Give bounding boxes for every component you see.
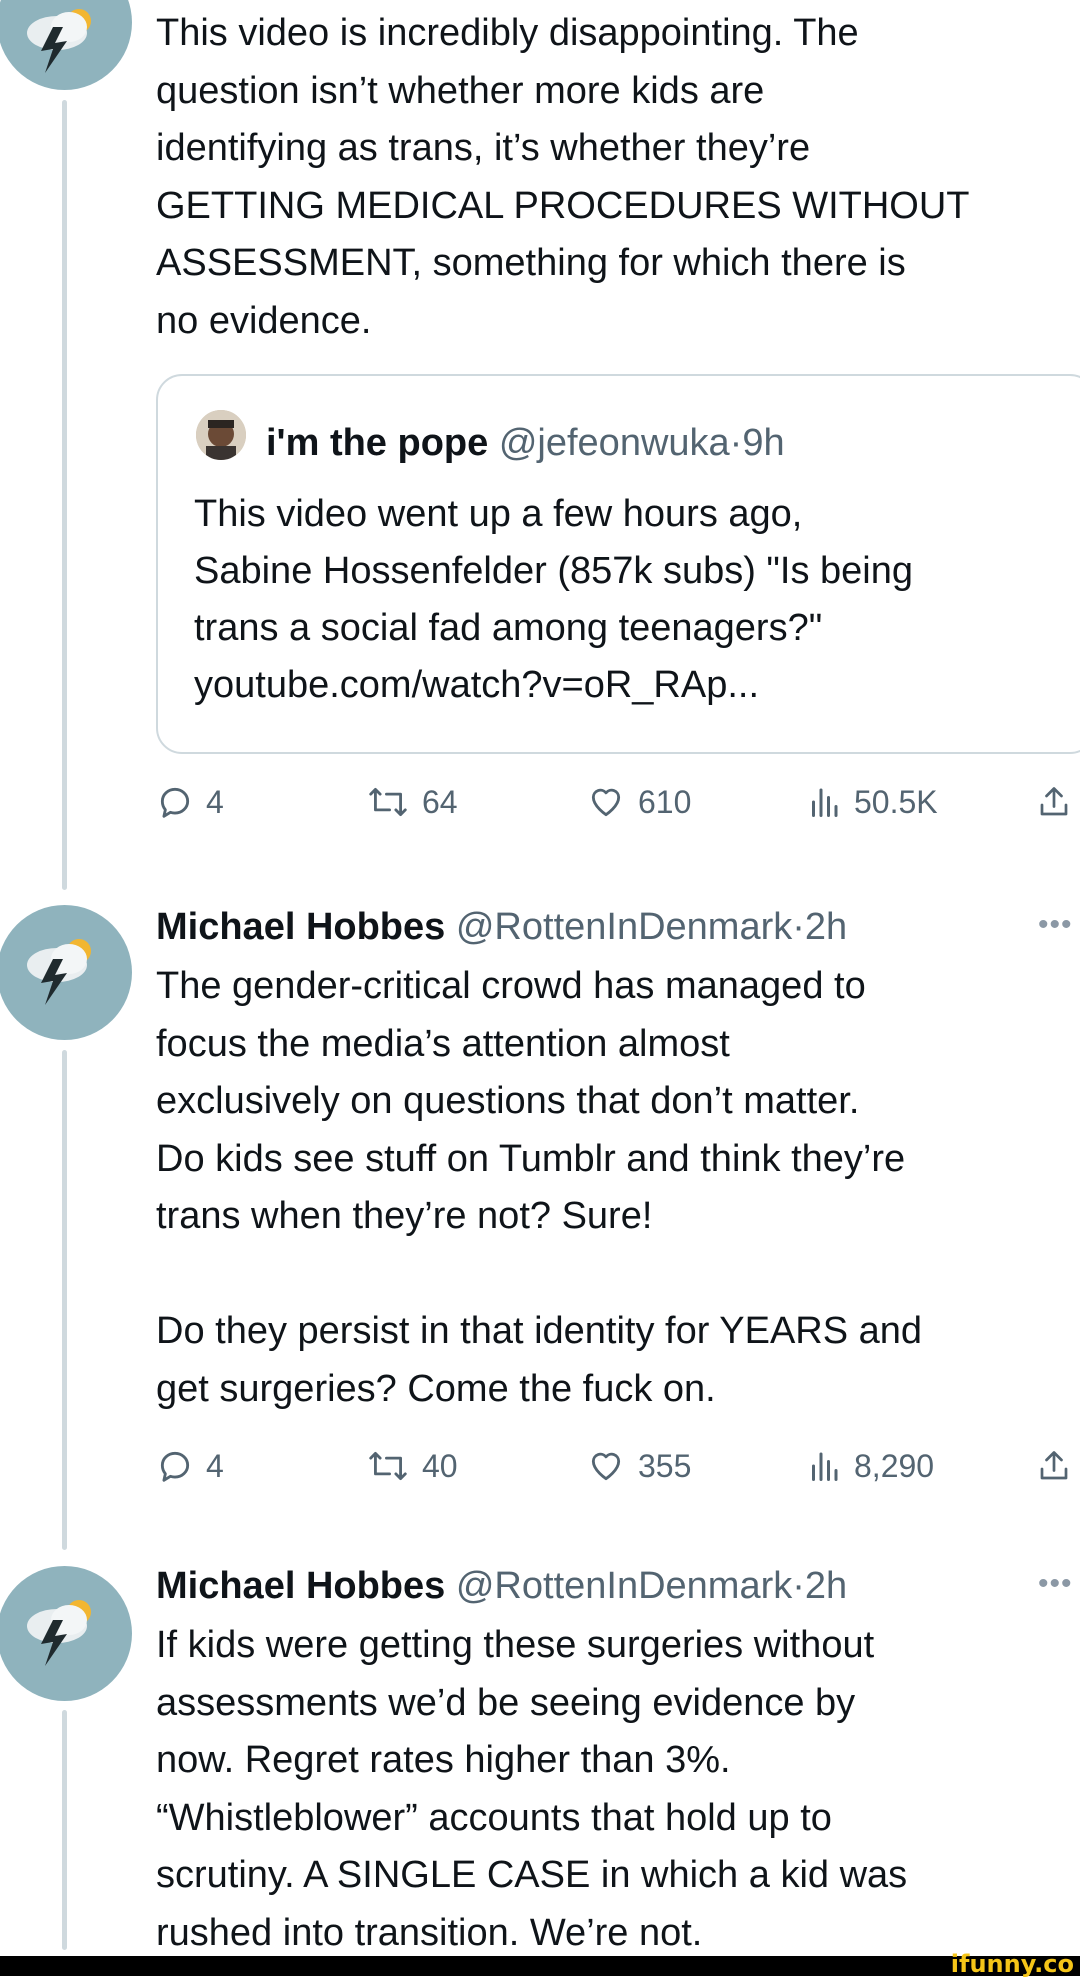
- reply-icon: [160, 787, 190, 818]
- heart-icon: [591, 788, 621, 817]
- author-handle[interactable]: @RottenInDenmark: [456, 906, 792, 948]
- thread-line-1: [62, 100, 67, 890]
- author-name[interactable]: Michael Hobbes: [156, 1565, 445, 1607]
- thread-line-2: [62, 1050, 67, 1550]
- quote-text: This video went up a few hours ago, Sabi…: [194, 493, 914, 706]
- views-count: 50.5K: [854, 783, 938, 820]
- retweet-button[interactable]: 64: [366, 772, 458, 832]
- more-options-button[interactable]: •••: [1038, 1567, 1073, 1601]
- tweet-header: Michael Hobbes @RottenInDenmark·2h: [156, 904, 847, 950]
- views-icon: [812, 1452, 838, 1481]
- share-button[interactable]: [1036, 772, 1072, 832]
- like-count: 610: [638, 783, 692, 820]
- timestamp[interactable]: 9h: [742, 422, 784, 464]
- storm-cloud-lightning-icon: [27, 9, 91, 73]
- reply-button[interactable]: 4: [156, 772, 224, 832]
- reply-count: 4: [206, 783, 224, 820]
- portrait-icon: [196, 410, 246, 460]
- timestamp[interactable]: 2h: [805, 1565, 847, 1607]
- thread-line-3: [62, 1710, 67, 1950]
- author-name[interactable]: i'm the pope: [266, 422, 488, 464]
- quote-tweet[interactable]: i'm the pope @jefeonwuka·9h This video w…: [156, 374, 1080, 754]
- avatar[interactable]: [196, 410, 246, 460]
- tweet-text: If kids were getting these surgeries wit…: [156, 1624, 908, 1954]
- reply-icon: [160, 1451, 190, 1482]
- views-count: 8,290: [854, 1447, 935, 1484]
- separator-dot: ·: [792, 906, 805, 948]
- watermark-bar: [0, 1956, 1080, 1976]
- separator-dot: ·: [729, 422, 743, 464]
- views-button[interactable]: 8,290: [806, 1436, 934, 1496]
- share-button[interactable]: [1036, 1436, 1072, 1496]
- tweet-header: Michael Hobbes @RottenInDenmark·2h: [156, 1563, 847, 1609]
- like-button[interactable]: 610: [586, 772, 691, 832]
- retweet-count: 64: [422, 783, 458, 820]
- like-count: 355: [638, 1447, 692, 1484]
- heart-icon: [591, 1452, 621, 1481]
- tweet-actions: 4 40 355 8,290: [156, 1436, 1080, 1496]
- like-button[interactable]: 355: [586, 1436, 691, 1496]
- author-handle[interactable]: @RottenInDenmark: [456, 1565, 792, 1607]
- reply-button[interactable]: 4: [156, 1436, 224, 1496]
- more-options-button[interactable]: •••: [1038, 908, 1073, 942]
- storm-cloud-lightning-icon: [27, 1600, 91, 1666]
- retweet-icon: [369, 788, 407, 816]
- tweet-actions: 4 64 610 50.5K: [156, 772, 1080, 832]
- retweet-count: 40: [422, 1447, 458, 1484]
- views-button[interactable]: 50.5K: [806, 772, 938, 832]
- reply-count: 4: [206, 1447, 224, 1484]
- separator-dot: ·: [792, 1565, 805, 1607]
- tweet-text: The gender-critical crowd has managed to…: [156, 965, 923, 1410]
- avatar[interactable]: [0, 1566, 132, 1701]
- storm-cloud-lightning-icon: [27, 939, 91, 1005]
- avatar[interactable]: [0, 905, 132, 1040]
- quote-header: i'm the pope @jefeonwuka·9h: [266, 420, 785, 466]
- avatar[interactable]: [0, 0, 132, 90]
- share-icon: [1040, 787, 1068, 816]
- views-icon: [812, 788, 838, 817]
- tweet-text: This video is incredibly disappointing. …: [156, 12, 970, 342]
- author-handle[interactable]: @jefeonwuka: [499, 422, 730, 464]
- retweet-button[interactable]: 40: [366, 1436, 458, 1496]
- timestamp[interactable]: 2h: [805, 906, 847, 948]
- author-name[interactable]: Michael Hobbes: [156, 906, 445, 948]
- retweet-icon: [369, 1452, 407, 1480]
- share-icon: [1040, 1451, 1068, 1480]
- ifunny-watermark: ifunny.co: [950, 1950, 1074, 1978]
